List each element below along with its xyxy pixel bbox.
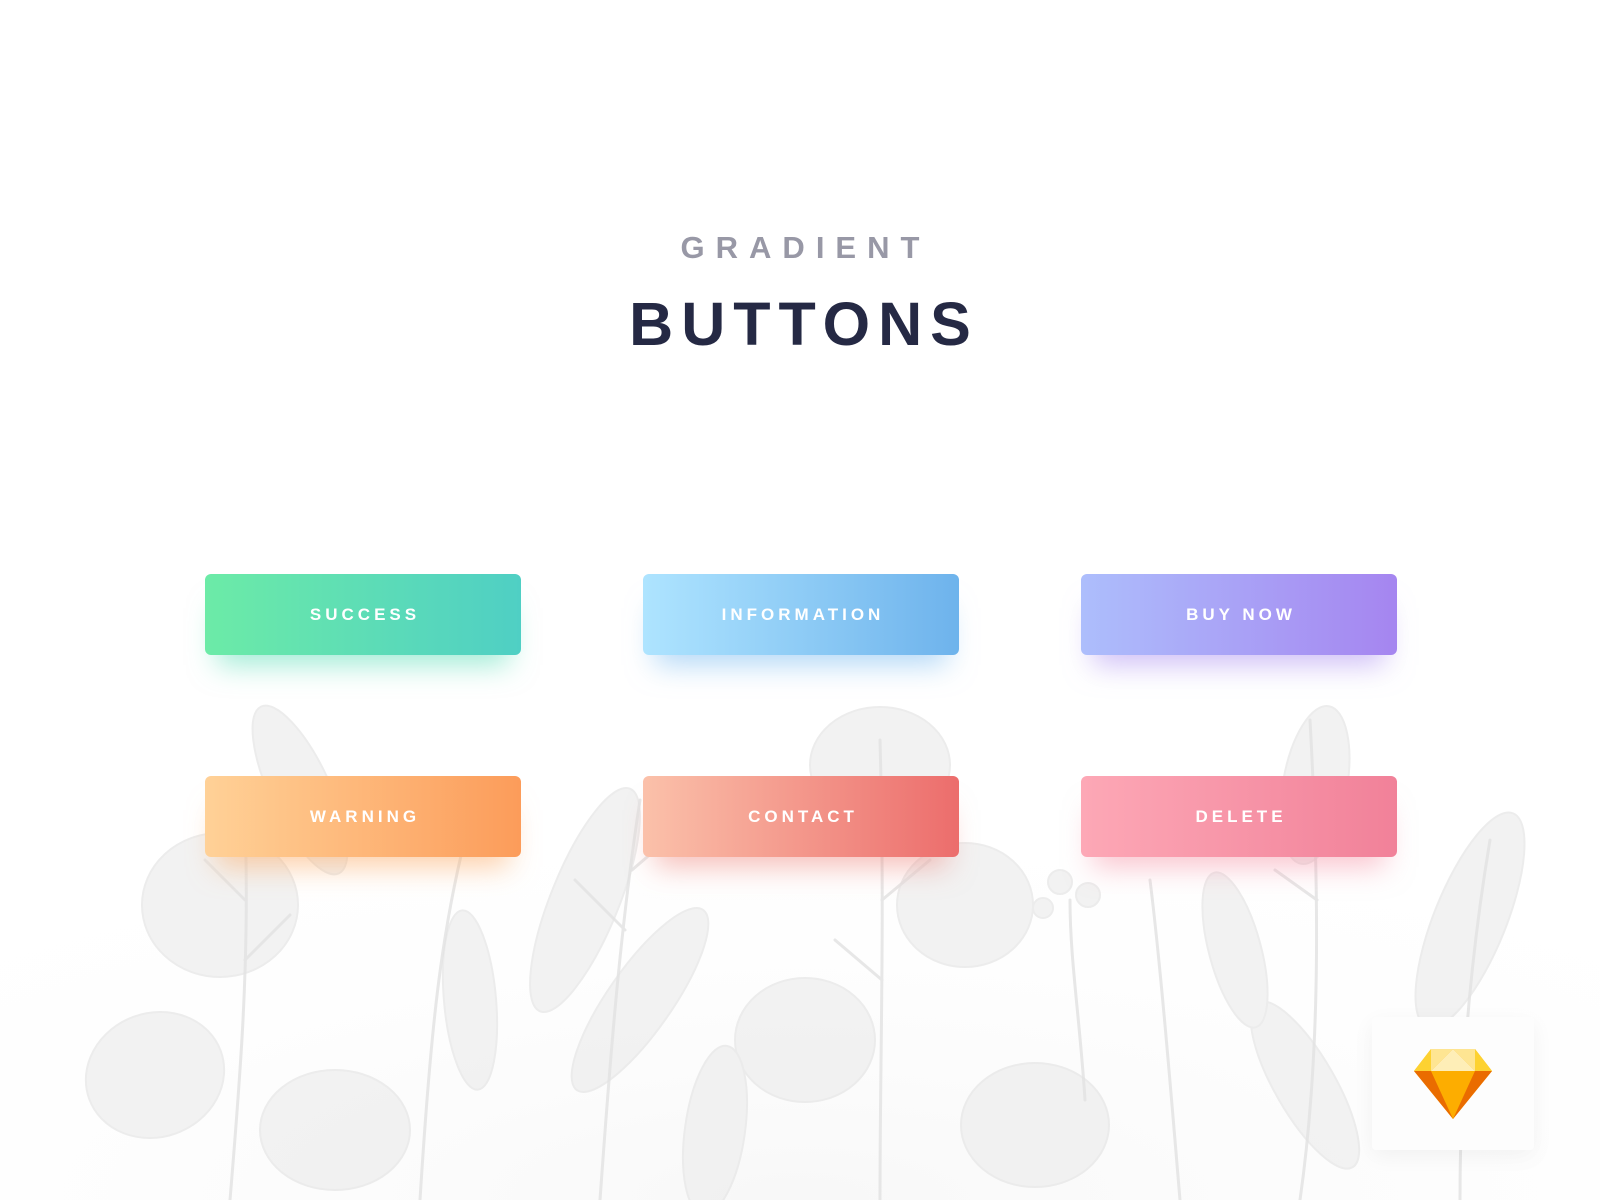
information-button-label: INFORMATION xyxy=(721,604,885,624)
sketch-diamond-icon xyxy=(1414,1049,1492,1119)
warning-button-label: WARNING xyxy=(309,806,421,826)
page-title: BUTTONS xyxy=(629,290,979,358)
buy-now-button-label: BUY NOW xyxy=(1186,604,1296,624)
contact-button[interactable]: CONTACT xyxy=(643,776,959,857)
eyebrow-heading: GRADIENT xyxy=(680,230,931,265)
delete-button-label: DELETE xyxy=(1195,806,1287,826)
delete-button[interactable]: DELETE xyxy=(1081,776,1397,857)
information-button[interactable]: INFORMATION xyxy=(643,574,959,655)
canvas: GRADIENT BUTTONS SUCCESS INFORMATION BUY… xyxy=(0,0,1600,1200)
warning-button[interactable]: WARNING xyxy=(205,776,521,857)
buy-now-button[interactable]: BUY NOW xyxy=(1081,574,1397,655)
success-button-label: SUCCESS xyxy=(309,604,421,624)
sketch-badge xyxy=(1372,1017,1534,1150)
contact-button-label: CONTACT xyxy=(748,806,858,826)
success-button[interactable]: SUCCESS xyxy=(205,574,521,655)
